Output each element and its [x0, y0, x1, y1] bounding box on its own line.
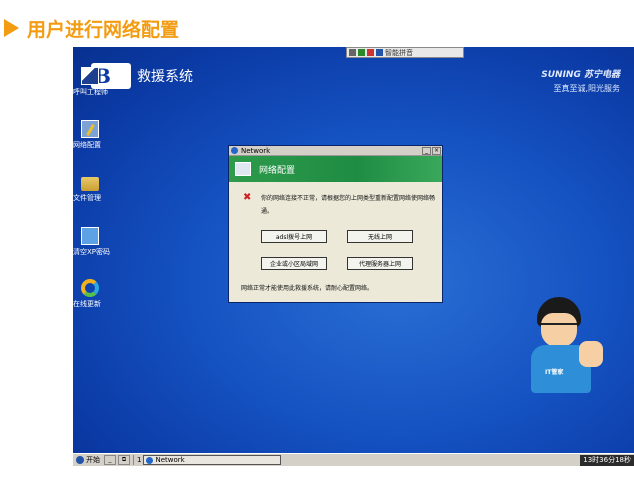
network-app-icon [231, 147, 238, 154]
desktop-icon-engineer[interactable]: 呼叫工程师 [73, 67, 123, 97]
network-app-icon [146, 456, 154, 464]
start-label: 开始 [86, 456, 100, 464]
desktop-icon-label: 呼叫工程师 [73, 88, 108, 96]
error-message: ✖ 你的网络连接不正常，请根据您的上网类型重新配置网络使网络畅通。 [229, 182, 442, 218]
monitor-icon [235, 162, 251, 176]
ime-toolbar[interactable]: 智能拼音 [346, 47, 464, 58]
mascot-glasses [541, 323, 577, 331]
error-message-text: 你的网络连接不正常，请根据您的上网类型重新配置网络使网络畅通。 [261, 195, 436, 215]
ime-label: 智能拼音 [385, 48, 413, 57]
close-button[interactable]: × [432, 146, 441, 155]
taskbar-separator [133, 455, 134, 465]
taskbar-item-label: Network [155, 456, 185, 464]
page-title: 用户进行网络配置 [27, 18, 180, 41]
adsl-button[interactable]: adsl拨号上网 [261, 230, 327, 243]
minimize-button[interactable]: _ [422, 146, 431, 155]
thumbs-up-icon [579, 341, 603, 367]
wireless-button[interactable]: 无线上网 [347, 230, 413, 243]
clock: 13时36分18秒 [580, 454, 634, 466]
suning-logo: SUNING 苏宁电器 至真至诚,阳光服务 [541, 67, 620, 94]
start-icon [76, 456, 84, 464]
proxy-button[interactable]: 代理服务器上网 [347, 257, 413, 270]
window-header: 网络配置 [229, 156, 442, 182]
lan-button[interactable]: 企业或小区局域网 [261, 257, 327, 270]
desktop-icon-online-update[interactable]: 在线更新 [73, 279, 123, 309]
ime-softkeyboard-icon[interactable] [367, 49, 374, 56]
window-titlebar[interactable]: Network _ × [229, 146, 442, 156]
desktop-icon-file-manager[interactable]: 文件管理 [73, 173, 123, 203]
connection-options: adsl拨号上网 无线上网 企业或小区局域网 代理服务器上网 [229, 218, 442, 270]
mascot-illustration: IT管家 [521, 297, 621, 412]
password-icon [81, 227, 99, 245]
taskbar-item-network[interactable]: Network [143, 455, 282, 465]
ime-fullwidth-icon[interactable] [376, 49, 383, 56]
page-heading: 用户进行网络配置 [4, 14, 179, 42]
task-count: 1 [137, 456, 142, 464]
window-footer-note: 网络正常才能使用此救援系统，请耐心配置网络。 [241, 285, 374, 292]
suning-name: SUNING 苏宁电器 [541, 70, 620, 80]
desktop: 智能拼音 救援系统 SUNING 苏宁电器 至真至诚,阳光服务 呼叫工程师 网络… [73, 47, 634, 453]
ime-toggle-icon[interactable] [349, 49, 356, 56]
network-config-icon [81, 120, 99, 138]
mascot-badge: IT管家 [545, 369, 564, 376]
folder-icon [81, 177, 99, 191]
error-x-icon: ✖ [243, 192, 252, 203]
brand-title: 救援系统 [137, 69, 193, 85]
desktop-icon-clear-password[interactable]: 清空XP密码 [73, 227, 123, 257]
desktop-icon-label: 在线更新 [73, 300, 101, 308]
window-title: Network [241, 146, 271, 155]
taskbar: 开始 _ ⧉ 1 Network 13时36分18秒 [73, 453, 634, 466]
suning-slogan: 至真至诚,阳光服务 [553, 84, 620, 93]
start-button[interactable]: 开始 [74, 455, 102, 466]
update-icon [81, 279, 99, 297]
ime-punctuation-icon[interactable] [358, 49, 365, 56]
window-header-title: 网络配置 [259, 165, 296, 176]
desktop-icon-label: 网络配置 [73, 141, 101, 149]
arrow-icon [4, 19, 19, 37]
show-desktop-button[interactable]: _ [104, 455, 116, 465]
desktop-icon-label: 文件管理 [73, 194, 101, 202]
engineer-icon [81, 67, 99, 85]
network-window: Network _ × 网络配置 ✖ 你的网络连接不正常，请根据您的上网类型重新… [228, 145, 443, 303]
switch-windows-button[interactable]: ⧉ [118, 455, 130, 465]
desktop-icon-network-config[interactable]: 网络配置 [73, 120, 123, 150]
desktop-icon-label: 清空XP密码 [73, 248, 111, 256]
